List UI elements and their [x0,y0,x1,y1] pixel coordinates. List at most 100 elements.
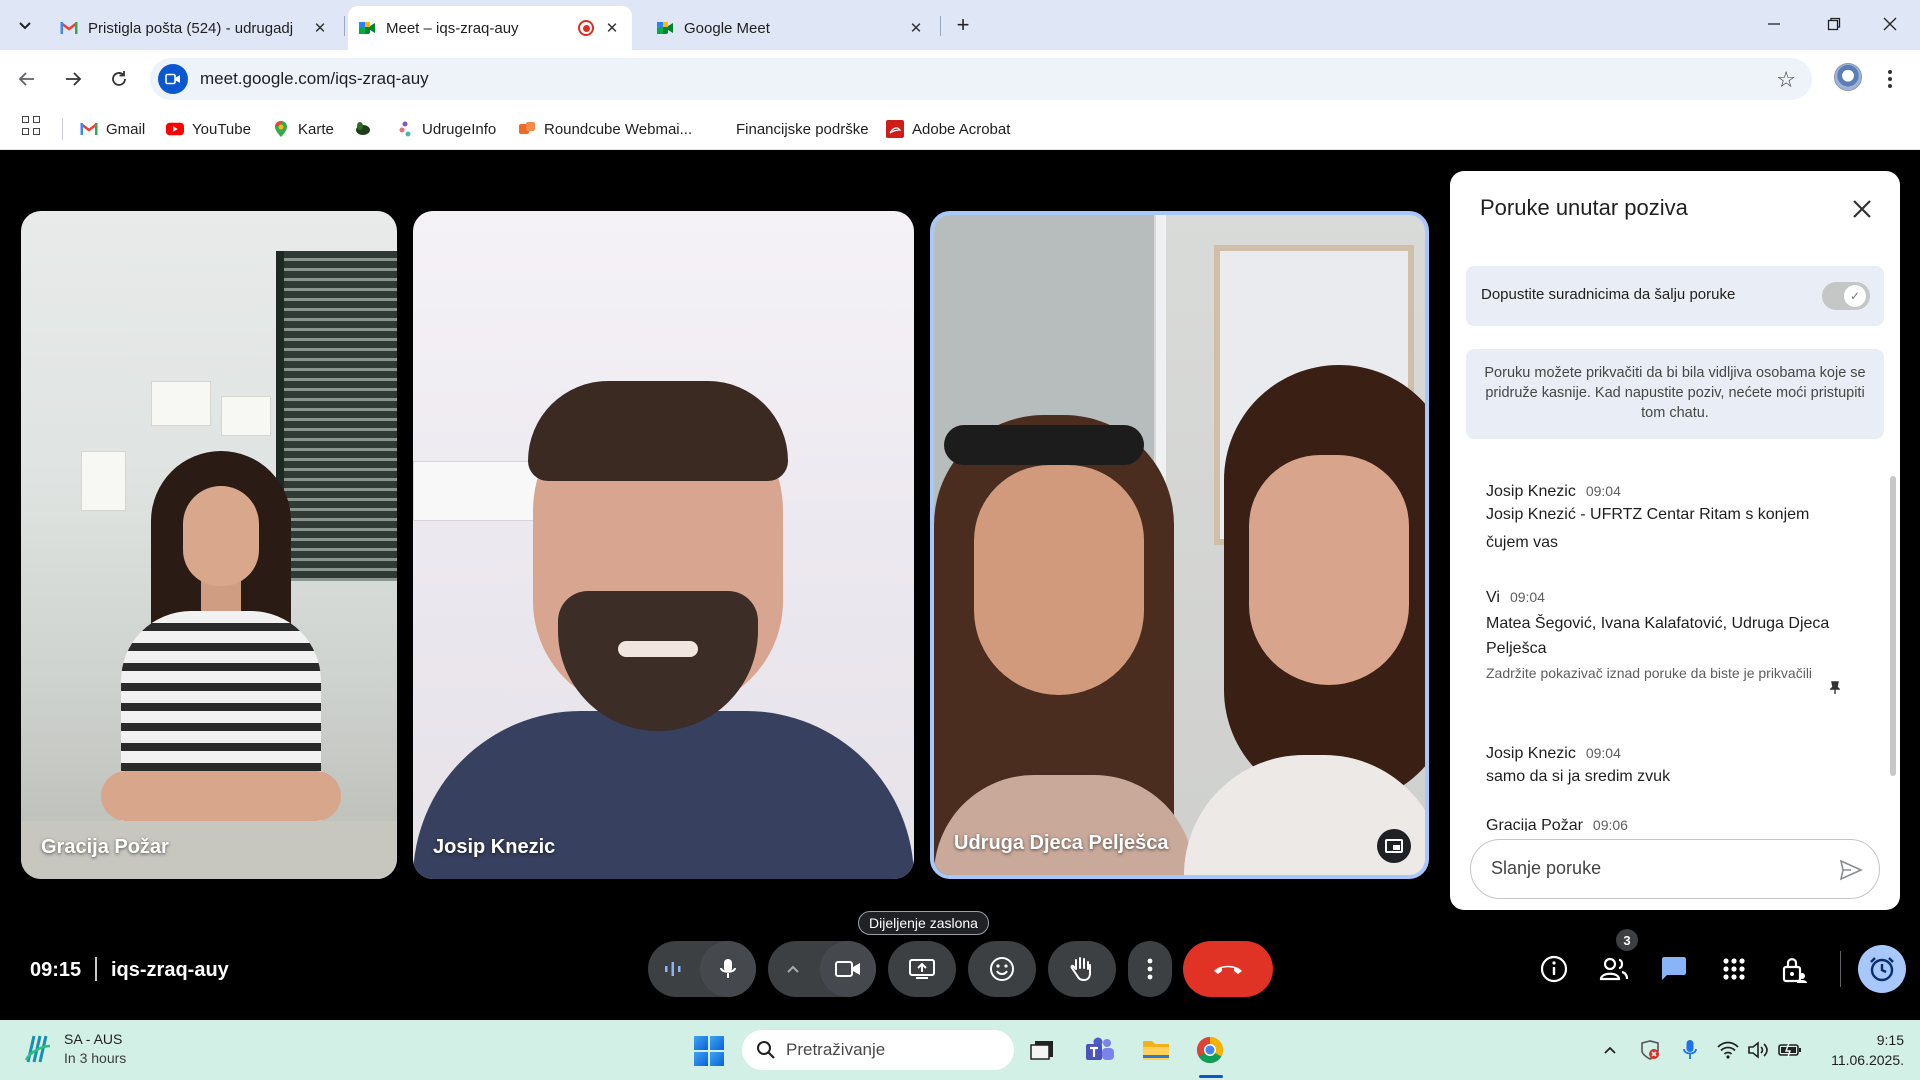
bookmark-gmail[interactable]: Gmail [80,116,145,142]
picture-in-picture-button[interactable] [1377,829,1411,863]
timer-button[interactable] [1858,945,1906,993]
taskbar-clock[interactable]: 9:15 11.06.2025. [1831,1030,1904,1070]
tab-meet[interactable]: Meet – iqs-zraq-auy ✕ [348,6,632,50]
people-icon [1599,957,1629,981]
speaker-icon [1748,1041,1768,1059]
minimize-button[interactable] [1754,8,1794,40]
chat-message[interactable]: Josip Knezic 09:04 Josip Knezić - UFRTZ C… [1486,483,1856,557]
address-bar[interactable]: meet.google.com/iqs-zraq-auy ☆ [150,58,1812,100]
start-button[interactable] [694,1036,724,1066]
chat-message[interactable]: Josip Knezic 09:04 samo da si ja sredim z… [1486,745,1856,791]
roundcube-icon [518,120,536,138]
allow-messages-toggle[interactable]: ✓ [1822,282,1870,310]
share-screen-button[interactable] [888,941,956,997]
task-view-button[interactable] [1024,1032,1060,1068]
chevron-up-icon [1604,1046,1616,1054]
shield-alert-icon [1641,1040,1659,1060]
forward-button[interactable] [58,64,88,94]
defender-tray-icon[interactable] [1638,1038,1662,1062]
restore-button[interactable] [1814,8,1854,40]
close-icon[interactable]: ✕ [602,18,622,38]
tab-search-button[interactable] [10,10,40,40]
sunglasses [944,425,1144,465]
meeting-details-button[interactable] [1536,951,1572,987]
wifi-tray-icon[interactable] [1716,1038,1740,1062]
close-window-button[interactable] [1870,8,1910,40]
chat-icon [1662,957,1686,980]
close-icon[interactable]: ✕ [310,18,330,38]
microphone-button[interactable] [700,941,756,997]
chat-message[interactable]: Gracija Požar 09:06 [1486,817,1856,831]
pin-icon[interactable] [1829,681,1841,698]
video-options-button[interactable] [768,941,818,997]
air-conditioner [413,461,543,521]
tab-gmail[interactable]: Pristigla pošta (524) - udrugadj ✕ [50,6,340,50]
participant-face [1249,455,1409,685]
teams-button[interactable] [1082,1032,1118,1068]
message-time: 09:04 [1509,589,1545,605]
host-controls-button[interactable] [1776,951,1812,987]
close-chat-button[interactable] [1846,193,1878,225]
microphone-tray-icon[interactable] [1678,1038,1702,1062]
audio-level-button[interactable] [648,941,698,997]
info-icon [1540,955,1568,983]
participant-tile[interactable]: Gracija Požar [21,211,397,879]
arrow-right-icon [66,72,82,86]
activities-button[interactable] [1716,951,1752,987]
bookmark-udrugeinfo[interactable]: UdrugeInfo [396,116,496,142]
bookmark-plant[interactable] [354,116,380,142]
meet-icon [656,19,674,37]
new-tab-button[interactable]: + [950,12,976,38]
lock-person-icon [1782,958,1807,983]
people-button[interactable] [1596,951,1632,987]
participant-tile[interactable]: Josip Knezic [413,211,914,879]
apps-grid-icon[interactable] [22,116,42,136]
chat-message[interactable]: Vi 09:04 Matea Šegović, Ivana Kalafatović… [1486,589,1856,694]
tab-google-meet[interactable]: Google Meet ✕ [646,6,936,50]
taskbar-search[interactable]: Pretraživanje [742,1030,1014,1070]
volume-tray-icon[interactable] [1746,1038,1770,1062]
wall-paper [81,451,126,511]
bookmark-star-icon[interactable]: ☆ [1776,67,1796,93]
close-icon[interactable]: ✕ [906,18,926,38]
battery-tray-icon[interactable] [1778,1038,1802,1062]
pip-icon [1385,839,1403,853]
camera-button[interactable] [820,941,876,997]
bookmark-adobe[interactable]: Adobe Acrobat [886,116,1010,142]
browser-toolbar: meet.google.com/iqs-zraq-auy ☆ [0,50,1920,108]
reactions-button[interactable] [968,941,1036,997]
file-explorer-button[interactable] [1138,1032,1174,1068]
taskbar-date: 11.06.2025. [1831,1052,1904,1068]
send-icon[interactable] [1839,858,1863,882]
controls-divider [1840,951,1841,987]
bookmark-label: UdrugeInfo [422,120,497,138]
participant-tile-speaking[interactable]: Udruga Djeca Pelješca [930,211,1429,879]
browser-menu-icon[interactable] [1880,64,1900,94]
arrow-left-icon [18,72,34,86]
bookmark-youtube[interactable]: YouTube [166,116,251,142]
weather-widget[interactable]: SA - AUS In 3 hours [24,1030,126,1068]
profile-avatar[interactable] [1834,63,1862,91]
message-input[interactable] [1491,858,1821,879]
more-options-button[interactable] [1128,941,1172,997]
raise-hand-button[interactable] [1048,941,1116,997]
show-hidden-icons-button[interactable] [1598,1038,1622,1062]
chat-scrollbar[interactable] [1890,476,1896,776]
reload-button[interactable] [104,64,134,94]
tab-title: Pristigla pošta (524) - udrugadj [88,19,294,37]
chrome-button[interactable] [1192,1032,1228,1068]
bookmark-karte[interactable]: Karte [272,116,334,142]
bookmark-financijske[interactable]: Financijske podrške [736,116,869,142]
chat-button[interactable] [1656,951,1692,987]
message-list[interactable]: Josip Knezic 09:04 Josip Knezić - UFRTZ C… [1450,461,1890,831]
site-info-icon[interactable] [158,64,188,94]
bookmark-roundcube[interactable]: Roundcube Webmai... [518,116,692,142]
bookmark-label: Financijske podrške [736,120,869,138]
tab-bar: Pristigla pošta (524) - udrugadj ✕ Meet … [0,0,1920,50]
back-button[interactable] [12,64,42,94]
meeting-code[interactable]: iqs-zraq-auy [111,959,229,982]
leave-call-button[interactable] [1183,941,1273,997]
chat-title: Poruke unutar poziva [1480,195,1688,220]
share-screen-tooltip: Dijeljenje zaslona [858,911,989,935]
adobe-acrobat-icon [886,120,904,138]
